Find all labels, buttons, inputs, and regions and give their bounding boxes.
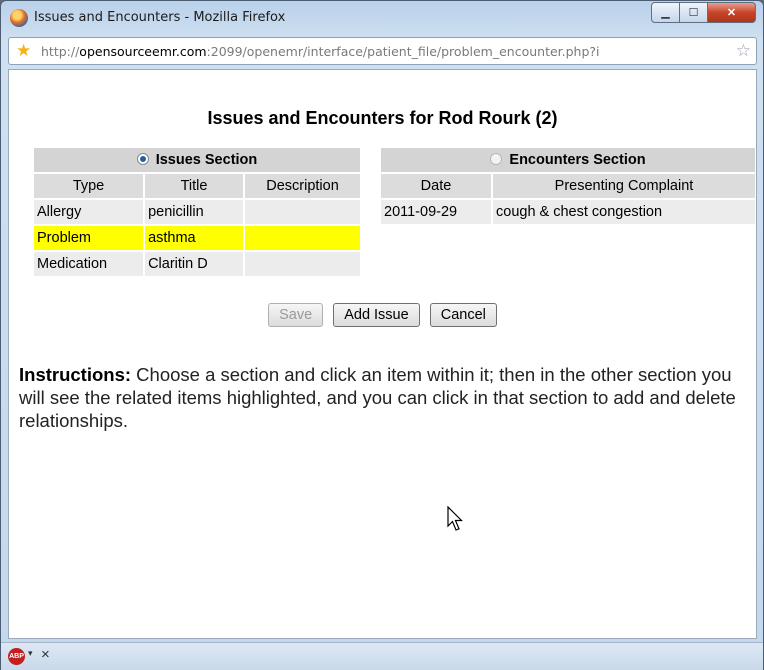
url-text[interactable]: http://opensourceemr.com:2099/openemr/in…	[41, 44, 721, 59]
issues-table: Issues Section Type Title Description Al…	[32, 146, 362, 278]
encounters-section-header[interactable]: Encounters Section	[381, 148, 755, 172]
encounter-date[interactable]: 2011-09-29	[381, 200, 491, 224]
encounters-radio-icon[interactable]	[490, 153, 503, 165]
url-host: opensourceemr.com	[79, 44, 207, 59]
url-prefix: http://	[41, 44, 80, 59]
button-row: Save Add Issue Cancel	[9, 303, 756, 327]
close-icon: ✕	[726, 7, 737, 19]
cancel-button[interactable]: Cancel	[429, 303, 497, 327]
issue-row[interactable]: Medication Claritin D	[34, 252, 360, 276]
col-header-date: Date	[381, 174, 491, 198]
encounters-section-label: Encounters Section	[509, 152, 646, 168]
browser-window: Issues and Encounters - Mozilla Firefox …	[0, 0, 764, 670]
encounter-row[interactable]: 2011-09-29 cough & chest congestion	[381, 200, 755, 224]
issues-section-header[interactable]: Issues Section	[34, 148, 360, 172]
window-controls: ▁ ☐ ✕	[651, 2, 756, 23]
save-button[interactable]: Save	[268, 303, 324, 327]
instructions-label: Instructions:	[19, 364, 132, 385]
bookmark-star-icon[interactable]: ☆	[736, 41, 751, 61]
adblock-icon[interactable]: ABP	[8, 648, 25, 665]
encounter-complaint[interactable]: cough & chest congestion	[493, 200, 755, 224]
issues-radio-icon[interactable]	[136, 153, 149, 165]
encounters-table: Encounters Section Date Presenting Compl…	[379, 146, 757, 226]
page-title: Issues and Encounters for Rod Rourk (2)	[207, 108, 558, 128]
col-header-title: Title	[145, 174, 244, 198]
maximize-icon: ☐	[688, 7, 699, 19]
issue-row-highlighted[interactable]: Problem asthma	[34, 226, 360, 250]
issue-type[interactable]: Allergy	[34, 200, 144, 224]
issue-description[interactable]	[245, 226, 360, 250]
issue-row[interactable]: Allergy penicillin	[34, 200, 360, 224]
col-header-type: Type	[34, 174, 144, 198]
url-path: :2099/openemr/interface/patient_file/pro…	[206, 44, 600, 59]
star-icon[interactable]: ★	[16, 41, 31, 61]
firefox-icon	[10, 9, 28, 27]
close-status-icon[interactable]: ×	[41, 646, 50, 663]
instructions-text: Instructions: Choose a section and click…	[19, 363, 739, 432]
page-content: Issues and Encounters for Rod Rourk (2) …	[8, 69, 757, 639]
issue-title[interactable]: asthma	[145, 226, 244, 250]
close-button[interactable]: ✕	[707, 2, 756, 23]
issue-type[interactable]: Problem	[34, 226, 144, 250]
issue-title[interactable]: Claritin D	[145, 252, 244, 276]
col-header-complaint: Presenting Complaint	[493, 174, 755, 198]
title-bar[interactable]: Issues and Encounters - Mozilla Firefox …	[1, 1, 763, 35]
mouse-cursor-icon	[447, 506, 463, 531]
minimize-button[interactable]: ▁	[651, 2, 680, 23]
dropdown-arrow-icon[interactable]: ▾	[28, 648, 33, 659]
maximize-button[interactable]: ☐	[679, 2, 708, 23]
issues-section-label: Issues Section	[155, 152, 258, 168]
window-title: Issues and Encounters - Mozilla Firefox	[34, 10, 286, 25]
issue-description[interactable]	[245, 252, 360, 276]
issue-type[interactable]: Medication	[34, 252, 144, 276]
issue-description[interactable]	[245, 200, 360, 224]
status-bar: ABP ▾ ×	[1, 642, 763, 670]
issue-title[interactable]: penicillin	[145, 200, 244, 224]
address-bar[interactable]: ★ http://opensourceemr.com:2099/openemr/…	[8, 37, 757, 65]
minimize-icon: ▁	[661, 7, 670, 19]
add-issue-button[interactable]: Add Issue	[333, 303, 420, 327]
col-header-description: Description	[245, 174, 360, 198]
